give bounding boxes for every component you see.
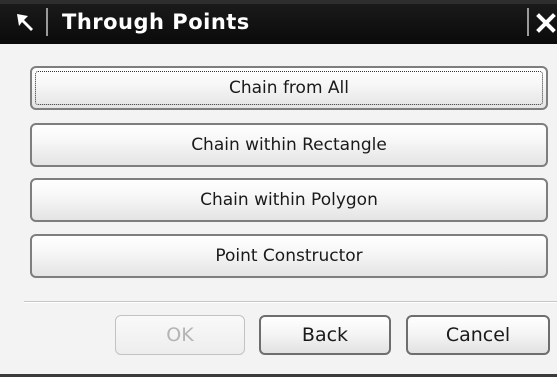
chain-within-rectangle-button[interactable]: Chain within Rectangle (30, 123, 548, 167)
back-button[interactable]: Back (259, 315, 391, 355)
cancel-button[interactable]: Cancel (406, 315, 550, 355)
close-icon[interactable] (533, 8, 557, 36)
chain-within-polygon-button[interactable]: Chain within Polygon (30, 178, 548, 222)
footer-divider-highlight (24, 302, 557, 303)
close-separator (527, 8, 529, 36)
through-points-dialog: Through Points Chain from All Chain with… (0, 0, 557, 377)
arrow-cursor-icon (14, 11, 36, 33)
dialog-body: Chain from All Chain within Rectangle Ch… (0, 44, 557, 377)
ok-button[interactable]: OK (115, 315, 245, 355)
dialog-title: Through Points (62, 10, 250, 34)
title-bar[interactable]: Through Points (0, 0, 557, 44)
chain-from-all-button[interactable]: Chain from All (30, 66, 548, 110)
title-separator (46, 8, 48, 36)
title-bar-top-strip (0, 0, 557, 4)
point-constructor-button[interactable]: Point Constructor (30, 234, 548, 278)
